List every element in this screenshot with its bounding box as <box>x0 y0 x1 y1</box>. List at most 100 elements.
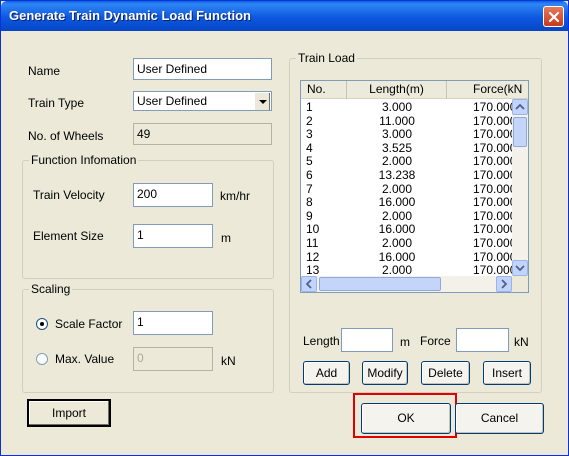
table-row[interactable]: 7 2.000 170.000 <box>301 183 527 197</box>
cell-length: 11.000 <box>379 114 415 128</box>
cell-force: 170.000 <box>473 250 512 264</box>
table-row[interactable]: 12 16.000 170.000 <box>301 251 527 265</box>
cell-length: 16.000 <box>378 223 416 237</box>
cell-no: 4 <box>306 141 313 155</box>
scroll-thumb-horizontal[interactable] <box>319 277 441 291</box>
cell-no: 2 <box>306 114 313 128</box>
dialog-body: Name User Defined Train Type User Define… <box>4 31 565 454</box>
chevron-down-icon <box>259 100 267 104</box>
table-row[interactable]: 5 2.000 170.000 <box>301 155 527 169</box>
scroll-thumb-vertical[interactable] <box>513 117 527 147</box>
cell-no: 9 <box>306 209 313 223</box>
modify-button[interactable]: Modify <box>362 361 408 385</box>
column-header-no[interactable]: No. <box>301 81 347 99</box>
cell-length: 2.000 <box>381 237 413 250</box>
max-value-radio[interactable] <box>36 353 48 365</box>
name-input[interactable]: User Defined <box>133 58 272 80</box>
element-size-input[interactable]: 1 <box>133 224 213 248</box>
cancel-label: Cancel <box>480 411 519 425</box>
import-button[interactable]: Import <box>27 399 111 427</box>
cell-force: 170.000 <box>473 196 512 210</box>
cell-length: 3.525 <box>381 141 413 155</box>
scroll-up-arrow-icon <box>515 103 525 110</box>
vertical-scrollbar[interactable] <box>512 99 528 276</box>
cell-force: 170.000 <box>473 169 512 182</box>
table-row[interactable]: 6 13.238 170.000 <box>301 169 527 183</box>
cancel-button[interactable]: Cancel <box>455 403 544 434</box>
function-info-title: Function Infomation <box>29 153 139 167</box>
cell-force: 170.000 <box>473 101 512 114</box>
table-row[interactable]: 2 11.000 170.000 <box>301 115 527 129</box>
velocity-label: Train Velocity <box>33 188 105 202</box>
name-label: Name <box>28 64 61 78</box>
cell-force: 170.000 <box>473 209 512 223</box>
column-header-length[interactable]: Length(m) <box>347 81 447 99</box>
cell-length: 16.000 <box>378 250 416 264</box>
train-type-label: Train Type <box>28 96 85 110</box>
cell-no: 11 <box>306 237 319 250</box>
function-info-group: Function Infomation Train Velocity 200 k… <box>22 153 274 279</box>
scroll-corner <box>512 276 528 292</box>
scaling-title: Scaling <box>29 282 73 296</box>
cell-force: 170.000 <box>473 155 512 169</box>
train-load-title: Train Load <box>296 51 357 65</box>
force-input[interactable] <box>456 328 509 352</box>
scale-factor-input[interactable]: 1 <box>133 311 213 335</box>
element-size-label: Element Size <box>33 229 104 243</box>
cell-no: 7 <box>306 182 313 196</box>
cell-no: 5 <box>306 155 313 169</box>
window-title: Generate Train Dynamic Load Function <box>9 8 251 23</box>
close-icon <box>548 11 560 23</box>
train-type-select[interactable]: User Defined <box>133 91 272 111</box>
train-load-list[interactable]: No. Length(m) Force(kN 1 3.000 170.000 2 11.… <box>300 80 529 293</box>
scroll-left-arrow-icon <box>305 279 312 289</box>
max-value-label[interactable]: Max. Value <box>55 352 114 366</box>
train-type-value: User Defined <box>137 94 208 108</box>
max-value-input[interactable]: 0 <box>133 347 213 371</box>
title-bar[interactable]: Generate Train Dynamic Load Function <box>1 1 568 31</box>
length-label: Length <box>303 334 340 348</box>
table-row[interactable]: 1 3.000 170.000 <box>301 101 527 115</box>
velocity-input[interactable]: 200 <box>133 183 213 207</box>
scroll-up-button[interactable] <box>512 99 528 115</box>
import-label: Import <box>51 406 86 420</box>
cell-no: 1 <box>306 101 313 114</box>
wheels-label: No. of Wheels <box>28 129 104 143</box>
cell-length: 2.000 <box>381 182 413 196</box>
insert-button[interactable]: Insert <box>483 361 531 385</box>
table-row[interactable]: 10 16.000 170.000 <box>301 223 527 237</box>
cell-force: 170.000 <box>473 141 512 155</box>
horizontal-scrollbar[interactable] <box>301 276 512 292</box>
scroll-down-arrow-icon <box>515 265 525 272</box>
table-row[interactable]: 11 2.000 170.000 <box>301 237 527 251</box>
scroll-left-button[interactable] <box>301 276 317 292</box>
scale-factor-radio[interactable] <box>36 318 48 330</box>
column-header-force[interactable]: Force(kN <box>447 81 527 99</box>
cell-no: 3 <box>306 128 313 142</box>
ok-label: OK <box>397 411 415 425</box>
train-load-group: Train Load No. Length(m) Force(kN 1 3.000… <box>289 51 542 393</box>
scale-factor-label[interactable]: Scale Factor <box>55 317 122 331</box>
table-row[interactable]: 9 2.000 170.000 <box>301 210 527 224</box>
add-button[interactable]: Add <box>303 361 350 385</box>
delete-button[interactable]: Delete <box>421 361 470 385</box>
table-row[interactable]: 3 3.000 170.000 <box>301 128 527 142</box>
scroll-down-button[interactable] <box>512 260 528 276</box>
insert-label: Insert <box>491 366 522 380</box>
ok-button[interactable]: OK <box>361 403 451 434</box>
train-type-dropdown-button[interactable] <box>254 93 270 110</box>
table-row[interactable]: 8 16.000 170.000 <box>301 196 527 210</box>
cell-force: 170.000 <box>473 237 512 250</box>
table-row[interactable]: 4 3.525 170.000 <box>301 142 527 156</box>
length-input[interactable] <box>341 328 393 352</box>
velocity-unit: km/hr <box>220 189 250 203</box>
close-button[interactable] <box>543 6 564 27</box>
delete-label: Delete <box>428 366 463 380</box>
cell-force: 170.000 <box>473 182 512 196</box>
cell-no: 10 <box>306 223 320 237</box>
cell-length: 3.000 <box>381 128 413 142</box>
scroll-right-button[interactable] <box>496 276 512 292</box>
scroll-right-arrow-icon <box>501 279 508 289</box>
cell-no: 8 <box>306 196 313 210</box>
cell-no: 12 <box>306 250 320 264</box>
